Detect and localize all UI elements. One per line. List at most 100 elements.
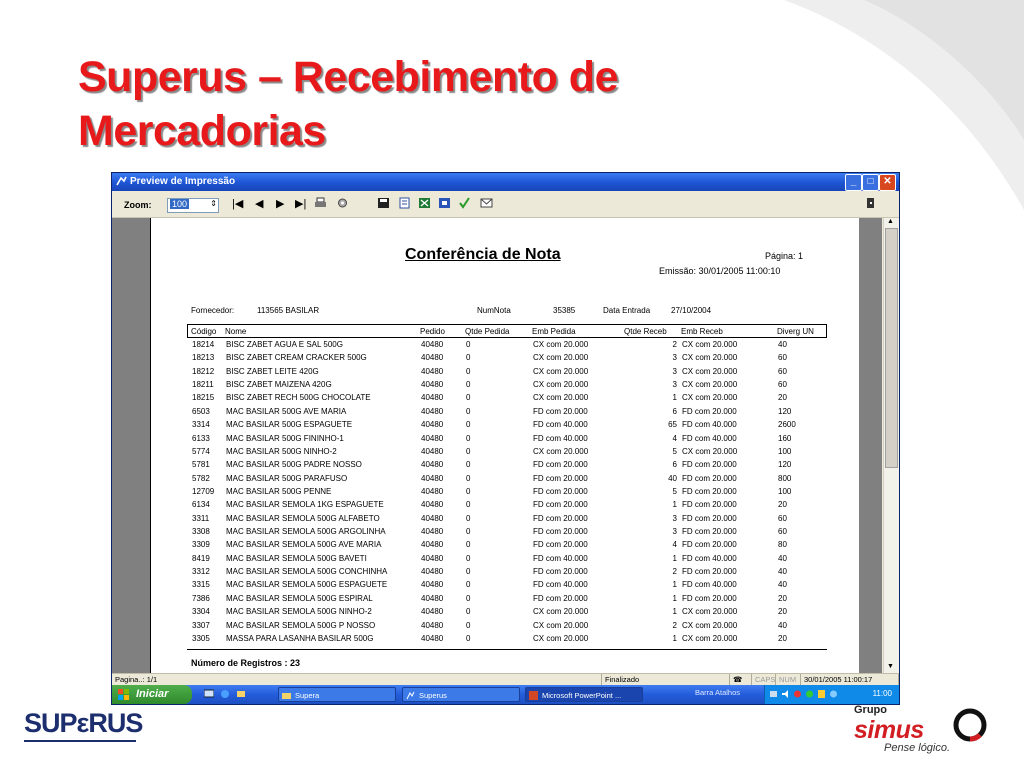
first-page-icon[interactable]: |◀ bbox=[232, 197, 243, 211]
table-row: 18214 BISC ZABET AGUA E SAL 500G 40480 0 CX … bbox=[189, 340, 829, 353]
exit-icon[interactable] bbox=[864, 197, 877, 209]
cell-qtde-pedida: 0 bbox=[466, 446, 471, 456]
cell-diverg-un: 60 bbox=[778, 513, 787, 523]
tray-antivirus-icon[interactable] bbox=[793, 689, 802, 699]
cell-qtde-receb: 3 bbox=[672, 380, 677, 390]
window-title: Preview de Impressão bbox=[130, 176, 236, 187]
cell-emb-receb: FD com 20.000 bbox=[682, 593, 737, 603]
record-count: Número de Registros : 23 bbox=[191, 658, 301, 668]
table-bottom-rule bbox=[187, 649, 827, 650]
cell-qtde-pedida: 0 bbox=[466, 553, 471, 563]
cell-codigo: 6134 bbox=[192, 500, 210, 510]
simus-grupo-text: Grupo bbox=[854, 704, 887, 716]
print-icon[interactable] bbox=[314, 197, 327, 209]
task-superus[interactable]: Superus bbox=[402, 687, 520, 702]
tray-update-icon[interactable] bbox=[829, 689, 838, 699]
superus-logo-text: SUPεRUS bbox=[24, 708, 143, 738]
simus-circle-icon bbox=[953, 708, 987, 742]
excel-export-icon[interactable] bbox=[418, 197, 431, 209]
start-button[interactable]: Iniciar bbox=[112, 685, 192, 704]
word-export-icon[interactable] bbox=[438, 197, 451, 209]
clock: 11:00 bbox=[872, 689, 892, 698]
cell-pedido: 40480 bbox=[421, 607, 444, 617]
cell-emb-receb: FD com 20.000 bbox=[682, 406, 737, 416]
table-row: 3308 MAC BASILAR SEMOLA 500G ARGOLINHA 404… bbox=[189, 527, 829, 540]
powerpoint-icon bbox=[529, 691, 538, 700]
explorer-icon[interactable] bbox=[236, 689, 246, 699]
next-page-icon[interactable]: ▶ bbox=[276, 197, 284, 211]
quicklaunch-label[interactable]: Barra Atalhos bbox=[695, 688, 740, 697]
email-icon[interactable] bbox=[480, 197, 493, 209]
text-export-icon[interactable] bbox=[398, 197, 411, 209]
maximize-icon[interactable]: □ bbox=[862, 174, 879, 191]
cell-qtde-receb: 1 bbox=[672, 580, 677, 590]
cell-qtde-pedida: 0 bbox=[466, 620, 471, 630]
scroll-down-icon[interactable]: ▼ bbox=[887, 663, 894, 670]
cell-pedido: 40480 bbox=[421, 433, 444, 443]
cell-codigo: 3304 bbox=[192, 607, 210, 617]
cell-nome: MAC BASILAR SEMOLA 500G ALFABETO bbox=[226, 513, 380, 523]
cell-diverg-un: 60 bbox=[778, 353, 787, 363]
cell-emb-receb: CX com 20.000 bbox=[682, 393, 738, 403]
cell-codigo: 18214 bbox=[192, 340, 215, 349]
cell-diverg-un: 160 bbox=[778, 433, 792, 443]
scroll-thumb[interactable] bbox=[885, 228, 898, 468]
cell-qtde-pedida: 0 bbox=[466, 593, 471, 603]
vertical-scrollbar[interactable]: ▲ ▼ bbox=[883, 218, 899, 673]
cell-codigo: 18212 bbox=[192, 366, 215, 376]
scroll-up-icon[interactable]: ▲ bbox=[887, 218, 894, 225]
close-icon[interactable]: ✕ bbox=[879, 174, 896, 191]
emission-date: Emissão: 30/01/2005 11:00:10 bbox=[659, 266, 781, 276]
cell-emb-pedida: FD com 40.000 bbox=[533, 580, 588, 590]
last-page-icon[interactable]: ▶| bbox=[295, 197, 306, 211]
cell-qtde-pedida: 0 bbox=[466, 366, 471, 376]
cell-emb-pedida: CX com 20.000 bbox=[533, 446, 589, 456]
cell-qtde-receb: 6 bbox=[672, 406, 677, 416]
task-supera[interactable]: Supera bbox=[278, 687, 396, 702]
cell-emb-receb: CX com 20.000 bbox=[682, 446, 738, 456]
preview-area: Conferência de Nota Página: 1 Emissão: 3… bbox=[112, 218, 882, 673]
cell-diverg-un: 60 bbox=[778, 527, 787, 537]
tray-volume-icon[interactable] bbox=[781, 689, 790, 699]
cell-nome: MAC BASILAR SEMOLA 500G ESPAGUETE bbox=[226, 580, 388, 590]
col-qtde-receb: Qtde Receb bbox=[624, 327, 667, 336]
cell-nome: MAC BASILAR SEMOLA 500G ESPIRAL bbox=[226, 593, 373, 603]
cell-nome: MASSA PARA LASANHA BASILAR 500G bbox=[226, 633, 374, 643]
window-titlebar[interactable]: Preview de Impressão _ □ ✕ bbox=[112, 173, 899, 191]
cell-emb-receb: CX com 20.000 bbox=[682, 620, 738, 630]
tray-messenger-icon[interactable] bbox=[805, 689, 814, 699]
status-page: Pagina..: 1/1 bbox=[112, 674, 602, 685]
cell-emb-receb: FD com 20.000 bbox=[682, 473, 737, 483]
cell-codigo: 8419 bbox=[192, 553, 210, 563]
tray-security-icon[interactable] bbox=[817, 689, 826, 699]
task-powerpoint[interactable]: Microsoft PowerPoint ... bbox=[525, 687, 643, 702]
cell-nome: MAC BASILAR SEMOLA 500G AVE MARIA bbox=[226, 540, 382, 550]
setup-icon[interactable] bbox=[336, 197, 349, 209]
cell-codigo: 3309 bbox=[192, 540, 210, 550]
cell-emb-pedida: FD com 20.000 bbox=[533, 513, 588, 523]
col-qtde-pedida: Qtde Pedida bbox=[465, 327, 510, 336]
spin-icon[interactable]: ⇕ bbox=[210, 199, 217, 208]
cell-emb-receb: FD com 20.000 bbox=[682, 540, 737, 550]
browser-icon[interactable] bbox=[220, 689, 230, 699]
cell-emb-receb: CX com 20.000 bbox=[682, 366, 738, 376]
tray-network-icon[interactable] bbox=[769, 689, 778, 699]
cell-nome: BISC ZABET AGUA E SAL 500G bbox=[226, 340, 343, 349]
cell-codigo: 5782 bbox=[192, 473, 210, 483]
cell-qtde-pedida: 0 bbox=[466, 540, 471, 550]
cell-pedido: 40480 bbox=[421, 500, 444, 510]
table-row: 6134 MAC BASILAR SEMOLA 1KG ESPAGUETE 4048… bbox=[189, 500, 829, 513]
zoom-select[interactable]: 100 ⇕ bbox=[167, 198, 219, 213]
cell-nome: BISC ZABET MAIZENA 420G bbox=[226, 380, 332, 390]
start-label: Iniciar bbox=[136, 688, 169, 700]
table-row: 3312 MAC BASILAR SEMOLA 500G CONCHINHA 404… bbox=[189, 567, 829, 580]
cell-pedido: 40480 bbox=[421, 473, 444, 483]
desktop-icon[interactable] bbox=[204, 689, 214, 699]
minimize-icon[interactable]: _ bbox=[845, 174, 862, 191]
cell-emb-pedida: FD com 20.000 bbox=[533, 406, 588, 416]
table-row: 3311 MAC BASILAR SEMOLA 500G ALFABETO 4048… bbox=[189, 514, 829, 527]
prev-page-icon[interactable]: ◀ bbox=[255, 197, 263, 211]
save-icon[interactable] bbox=[377, 197, 390, 209]
cell-qtde-pedida: 0 bbox=[466, 513, 471, 523]
edit-icon[interactable] bbox=[458, 197, 471, 209]
